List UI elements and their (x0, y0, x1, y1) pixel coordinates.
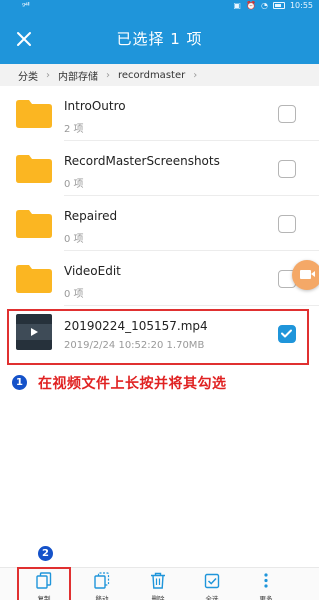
alarm-icon: ⏰ (245, 1, 256, 10)
battery-icon (272, 2, 285, 9)
item-checkbox[interactable] (278, 215, 296, 233)
item-count: 0 项 (64, 179, 84, 190)
item-name: IntroOutro (64, 99, 126, 113)
folder-icon (16, 265, 52, 293)
file-manager-screen: ᵍ⁴ˡˡ ▣ ⏰ ◔ 10:55 已选择 1 项 分类 › 内部存储 › rec… (0, 0, 319, 600)
item-name: RecordMasterScreenshots (64, 154, 220, 168)
item-checkbox[interactable] (278, 160, 296, 178)
page-title: 已选择 1 项 (116, 30, 203, 48)
item-count: 2 项 (64, 124, 84, 135)
item-name: Repaired (64, 209, 118, 223)
breadcrumb: 分类 › 内部存储 › recordmaster › (0, 64, 319, 86)
more-button[interactable]: 更多 (239, 568, 293, 600)
more-label: 更多 (259, 595, 273, 600)
folder-icon (16, 210, 52, 238)
delete-button[interactable]: 删除 (131, 568, 185, 600)
annotation-step-2-badge: 2 (38, 546, 53, 561)
item-count: 0 项 (64, 289, 84, 300)
status-icons: ▣ ⏰ ◔ 10:55 (233, 1, 313, 10)
chevron-right-icon: › (193, 69, 198, 81)
folder-icon (16, 100, 52, 128)
delete-label: 删除 (151, 595, 165, 600)
trash-icon (151, 572, 165, 589)
item-name: VideoEdit (64, 264, 121, 278)
chevron-right-icon: › (106, 69, 110, 81)
annotation-step-1-badge: 1 (12, 375, 27, 390)
item-checkbox[interactable] (278, 105, 296, 123)
breadcrumb-item-internal-storage[interactable]: 内部存储 (58, 68, 98, 83)
annotation-instruction: 在视频文件上长按并将其勾选 (38, 376, 227, 392)
more-vertical-icon (264, 573, 268, 588)
annotation-highlight-copy (17, 567, 71, 600)
signal-indicator: ᵍ⁴ˡˡ (22, 1, 30, 10)
list-item-folder[interactable]: IntroOutro 2 项 (0, 86, 319, 141)
wifi-icon: ◔ (260, 1, 268, 10)
chevron-right-icon: › (46, 69, 50, 81)
breadcrumb-item-category[interactable]: 分类 (18, 68, 38, 83)
status-time: 10:55 (289, 1, 313, 10)
move-button[interactable]: 移动 (75, 568, 129, 600)
folder-icon (16, 155, 52, 183)
screen-record-icon: ▣ (233, 1, 241, 10)
list-item-folder[interactable]: VideoEdit 0 项 (0, 251, 319, 306)
select-all-icon (204, 573, 220, 589)
move-label: 移动 (95, 595, 109, 600)
list-item-folder[interactable]: RecordMasterScreenshots 0 项 (0, 141, 319, 196)
camera-icon (300, 270, 315, 279)
breadcrumb-item-recordmaster[interactable]: recordmaster (118, 70, 185, 81)
item-count: 0 项 (64, 234, 84, 245)
move-icon (94, 572, 110, 589)
select-all-label: 全选 (205, 595, 219, 600)
status-bar: ᵍ⁴ˡˡ ▣ ⏰ ◔ 10:55 (0, 0, 319, 14)
list-item-folder[interactable]: Repaired 0 项 (0, 196, 319, 251)
floating-record-bubble[interactable] (292, 260, 319, 290)
annotation-highlight-video (7, 309, 309, 365)
select-all-button[interactable]: 全选 (185, 568, 239, 600)
selection-header: 已选择 1 项 (0, 14, 319, 64)
